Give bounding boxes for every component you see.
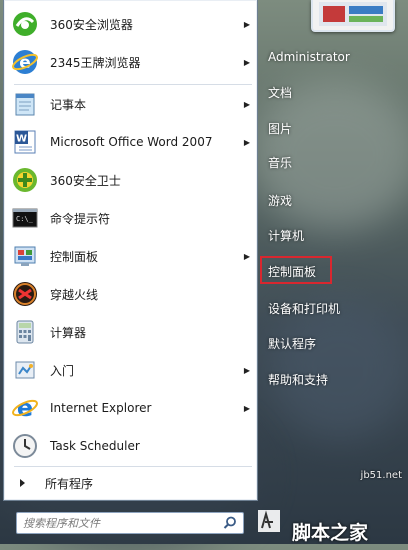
program-getting-started[interactable]: 入门 ▶ <box>8 352 253 388</box>
search-box[interactable] <box>16 512 244 534</box>
program-2345-browser[interactable]: e 2345王牌浏览器 ▶ <box>8 44 253 80</box>
program-calculator[interactable]: 计算器 <box>8 314 253 350</box>
notepad-icon <box>10 89 40 119</box>
ie-icon: e <box>10 393 40 423</box>
right-item-devices-printers[interactable]: 设备和打印机 <box>268 295 340 321</box>
program-control-panel[interactable]: 控制面板 ▶ <box>8 238 253 274</box>
submenu-arrow-icon[interactable]: ▶ <box>241 404 253 413</box>
2345-browser-icon: e <box>10 47 40 77</box>
program-internet-explorer[interactable]: e Internet Explorer ▶ <box>8 390 253 426</box>
program-label: 记事本 <box>50 97 87 112</box>
divider <box>14 466 252 467</box>
submenu-arrow-icon[interactable]: ▶ <box>241 100 253 109</box>
program-label: 穿越火线 <box>50 287 99 302</box>
right-item-games[interactable]: 游戏 <box>268 187 292 213</box>
program-label: 2345王牌浏览器 <box>50 55 141 70</box>
program-label: 命令提示符 <box>50 211 111 226</box>
submenu-arrow-icon[interactable]: ▶ <box>241 58 253 67</box>
getting-started-icon <box>10 355 40 385</box>
start-menu-programs: 360安全浏览器 ▶ e 2345王牌浏览器 ▶ 记事本 ▶ W Microso… <box>3 0 258 501</box>
right-item-documents[interactable]: 文档 <box>268 79 292 105</box>
program-360-browser[interactable]: 360安全浏览器 ▶ <box>8 6 253 42</box>
program-label: 计算器 <box>50 325 87 340</box>
program-task-scheduler[interactable]: Task Scheduler <box>8 428 253 464</box>
watermark-logo-icon <box>258 510 280 532</box>
control-panel-highlight <box>260 256 332 284</box>
submenu-arrow-icon[interactable]: ▶ <box>241 366 253 375</box>
submenu-arrow-icon[interactable]: ▶ <box>241 20 253 29</box>
program-command-prompt[interactable]: C:\_ 命令提示符 <box>8 200 253 236</box>
user-avatar[interactable] <box>311 0 395 32</box>
all-programs-button[interactable]: 所有程序 <box>8 470 253 496</box>
program-label: 控制面板 <box>50 249 99 264</box>
program-notepad[interactable]: 记事本 ▶ <box>8 86 253 122</box>
program-crossfire[interactable]: 穿越火线 <box>8 276 253 312</box>
program-360-safe[interactable]: 360安全卫士 <box>8 162 253 198</box>
program-label: 360安全卫士 <box>50 173 121 188</box>
triangle-right-icon <box>20 479 25 487</box>
cmd-icon: C:\_ <box>10 203 40 233</box>
program-label: 360安全浏览器 <box>50 17 133 32</box>
submenu-arrow-icon[interactable]: ▶ <box>241 138 253 147</box>
clock-icon <box>10 431 40 461</box>
all-programs-label: 所有程序 <box>45 476 94 491</box>
submenu-arrow-icon[interactable]: ▶ <box>241 252 253 261</box>
right-item-computer[interactable]: 计算机 <box>268 222 304 248</box>
360-browser-icon <box>10 9 40 39</box>
right-item-pictures[interactable]: 图片 <box>268 115 292 141</box>
program-label: Microsoft Office Word 2007 <box>50 135 213 149</box>
program-label: 入门 <box>50 363 75 378</box>
right-item-user[interactable]: Administrator <box>268 44 350 70</box>
watermark: jb51.net 脚本之家 <box>252 470 408 544</box>
right-item-help[interactable]: 帮助和支持 <box>268 366 328 392</box>
crossfire-icon <box>10 279 40 309</box>
search-input[interactable] <box>17 515 222 531</box>
program-label: Internet Explorer <box>50 401 152 415</box>
svg-text:W: W <box>16 134 27 145</box>
program-word-2007[interactable]: W Microsoft Office Word 2007 ▶ <box>8 124 253 160</box>
watermark-brand: 脚本之家 <box>292 522 369 544</box>
divider <box>14 84 252 85</box>
avatar-image <box>319 2 387 26</box>
right-item-music[interactable]: 音乐 <box>268 149 292 175</box>
search-icon[interactable] <box>222 515 238 531</box>
program-label: Task Scheduler <box>50 439 140 453</box>
watermark-site: jb51.net <box>360 470 402 481</box>
svg-text:e: e <box>17 394 33 422</box>
word-icon: W <box>10 127 40 157</box>
svg-text:C:\_: C:\_ <box>16 215 34 223</box>
calculator-icon <box>10 317 40 347</box>
control-panel-icon <box>10 241 40 271</box>
360-safe-icon <box>10 165 40 195</box>
right-item-default-programs[interactable]: 默认程序 <box>268 330 316 356</box>
